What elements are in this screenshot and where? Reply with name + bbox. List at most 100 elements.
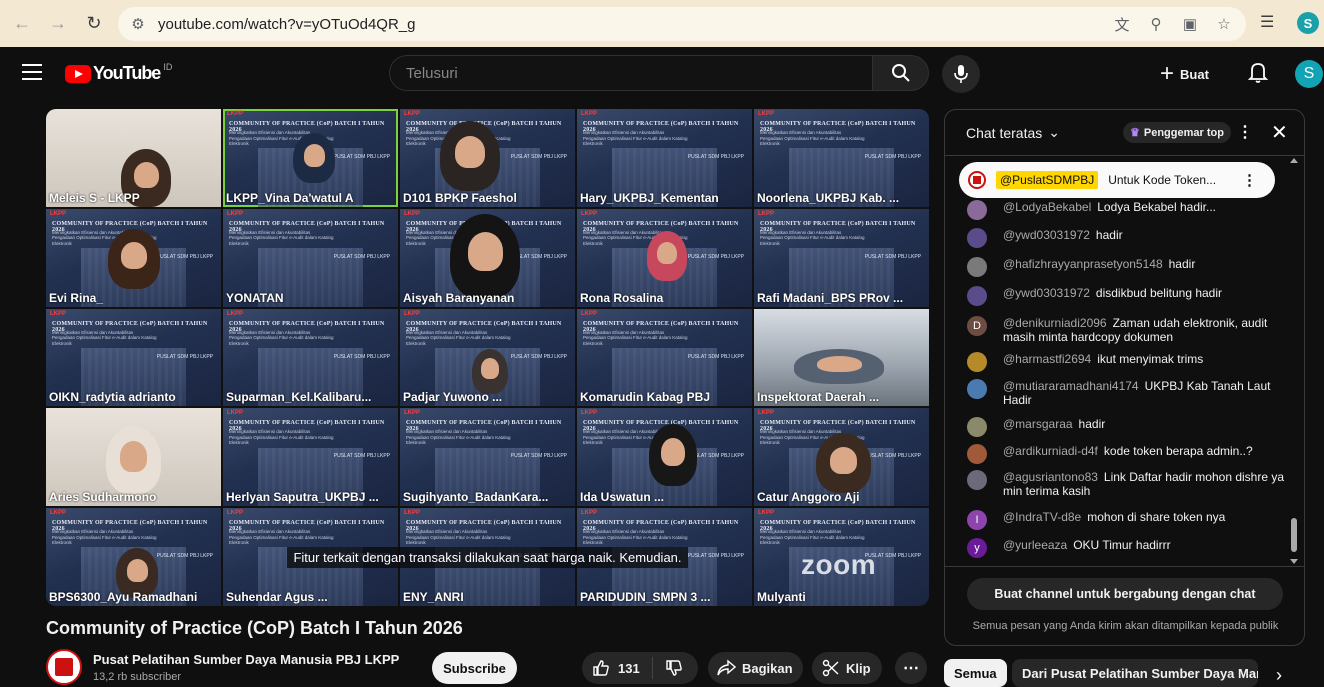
chip-all[interactable]: Semua	[944, 659, 1007, 687]
zoom-icon[interactable]: ⚲	[1146, 14, 1166, 34]
chat-author-avatar[interactable]	[967, 379, 987, 399]
slide-header: LKPP	[404, 311, 571, 317]
chat-author[interactable]: @ardikurniadi-d4f	[1003, 444, 1098, 458]
scroll-thumb[interactable]	[1291, 518, 1297, 552]
chat-author[interactable]: @mutiararamadhani4174	[1003, 379, 1139, 393]
voice-search-button[interactable]	[942, 55, 980, 93]
channel-name[interactable]: Pusat Pelatihan Sumber Daya Manusia PBJ …	[93, 652, 399, 667]
chat-author[interactable]: @harmastfi2694	[1003, 352, 1091, 366]
chat-mode-selector[interactable]: Chat teratas ⌄	[966, 124, 1060, 141]
chat-author-avatar[interactable]: y	[967, 538, 987, 558]
chat-author-avatar[interactable]: I	[967, 510, 987, 530]
chat-author-avatar[interactable]	[967, 470, 987, 490]
chat-author[interactable]: @ywd03031972	[1003, 286, 1090, 300]
chat-author-avatar[interactable]	[967, 417, 987, 437]
more-actions-icon[interactable]: ⋯	[895, 652, 927, 684]
close-chat-icon[interactable]: ✕	[1271, 120, 1288, 145]
translate-icon[interactable]: 文	[1112, 14, 1132, 34]
install-app-icon[interactable]: ▣	[1180, 14, 1200, 34]
participant-face	[816, 356, 862, 373]
chat-message[interactable]: @ywd03031972 hadir	[967, 228, 1287, 248]
chat-message[interactable]: @harmastfi2694 ikut menyimak trims	[967, 352, 1287, 372]
chat-author[interactable]: @hafizhrayyanprasetyon5148	[1003, 257, 1163, 271]
top-fans-button[interactable]: ♛ Penggemar top	[1123, 122, 1231, 143]
chat-message[interactable]: @ardikurniadi-d4f kode token berapa admin…	[967, 444, 1287, 464]
chat-scrollbar[interactable]	[1290, 158, 1298, 564]
back-icon[interactable]: ←	[8, 9, 36, 37]
chat-author[interactable]: @IndraTV-d8e	[1003, 510, 1081, 524]
address-url[interactable]: youtube.com/watch?v=yOTuOd4QR_g	[158, 16, 416, 33]
participant-face	[657, 241, 677, 265]
youtube-logo[interactable]: YouTube ID	[65, 62, 172, 84]
address-bar[interactable]: ⚙ youtube.com/watch?v=yOTuOd4QR_g 文 ⚲ ▣ …	[118, 7, 1246, 41]
create-channel-button[interactable]: Buat channel untuk bergabung dengan chat	[967, 578, 1283, 610]
participant-tile: LKPPCOMMUNITY OF PRACTICE (CoP) BATCH I …	[223, 408, 398, 507]
chat-author[interactable]: @agusriantono83	[1003, 470, 1098, 484]
slide-org: LKPP	[758, 410, 775, 417]
subscribe-button[interactable]: Subscribe	[432, 652, 517, 684]
chat-author-avatar[interactable]	[967, 200, 987, 220]
search-input[interactable]	[406, 64, 873, 82]
scroll-up-icon[interactable]	[1290, 158, 1298, 163]
pinned-message[interactable]: @PuslatSDMPBJ Untuk Kode Token... ⋮	[959, 162, 1275, 198]
video-player[interactable]: Meleis S - LKPP LKPP COMMUNITY OF PRACTICE…	[46, 109, 929, 606]
participant-face	[303, 144, 325, 167]
chat-author-avatar[interactable]: D	[967, 316, 987, 336]
chat-message[interactable]: @hafizhrayyanprasetyon5148 hadir	[967, 257, 1287, 277]
chat-text: hadir	[1078, 417, 1106, 431]
participant-tile: Meleis S - LKPP	[46, 109, 221, 207]
search-box[interactable]	[389, 55, 873, 91]
clip-button[interactable]: Klip	[812, 652, 882, 684]
chat-author-avatar[interactable]	[967, 352, 987, 372]
participant-tile: LKPPCOMMUNITY OF PRACTICE (CoP) BATCH I …	[577, 208, 752, 307]
create-button[interactable]: + Buat	[1160, 57, 1209, 91]
chat-text: hadir	[1168, 257, 1196, 271]
chat-menu-icon[interactable]: ⋮	[1237, 122, 1253, 142]
chat-message[interactable]: D @denikurniadi2096 Zaman udah elektronik,…	[967, 316, 1287, 344]
chat-author[interactable]: @ywd03031972	[1003, 228, 1090, 242]
participant-name: ENY_ANRI	[403, 590, 464, 604]
forward-icon[interactable]: →	[44, 9, 72, 37]
menu-icon[interactable]	[22, 64, 42, 80]
chat-message[interactable]: @mutiararamadhani4174 UKPBJ Kab Tanah Lau…	[967, 379, 1287, 407]
bookmark-star-icon[interactable]: ☆	[1214, 14, 1234, 34]
like-button[interactable]: 131	[582, 657, 653, 679]
chat-message[interactable]: @agusriantono83 Link Daftar hadir mohon d…	[967, 470, 1287, 498]
chat-message[interactable]: I @IndraTV-d8e mohon di share token nya	[967, 510, 1287, 530]
scissors-icon	[822, 659, 839, 677]
browser-profile-avatar[interactable]: S	[1297, 12, 1319, 34]
chat-author[interactable]: @LodyaBekabel	[1003, 200, 1091, 214]
chat-author-avatar[interactable]	[967, 257, 987, 277]
chat-message[interactable]: @LodyaBekabel Lodya Bekabel hadir...	[967, 200, 1287, 220]
account-avatar[interactable]: S	[1295, 60, 1323, 88]
reload-icon[interactable]: ↻	[80, 9, 108, 37]
chat-author-avatar[interactable]	[967, 228, 987, 248]
chat-author[interactable]: @yurleeaza	[1003, 538, 1067, 552]
chat-author[interactable]: @marsgaraa	[1003, 417, 1073, 431]
site-settings-icon[interactable]: ⚙	[128, 14, 148, 34]
chat-author-avatar[interactable]	[967, 286, 987, 306]
slide-org: LKPP	[50, 210, 67, 217]
pinned-menu-icon[interactable]: ⋮	[1242, 171, 1257, 189]
chat-message[interactable]: @ywd03031972 disdikbud belitung hadir	[967, 286, 1287, 306]
chat-text: mohon di share token nya	[1087, 510, 1226, 524]
participant-face	[121, 241, 147, 269]
search-button[interactable]	[872, 55, 929, 91]
notifications-bell-icon[interactable]	[1246, 60, 1270, 84]
slide-org: LKPP	[404, 410, 421, 417]
chat-message[interactable]: y @yurleeaza OKU Timur hadirrr	[967, 538, 1287, 558]
chat-message[interactable]: @marsgaraa hadir	[967, 417, 1287, 437]
slide-org: LKPP	[581, 210, 598, 217]
chip-from-channel[interactable]: Dari Pusat Pelatihan Sumber Daya Manusia…	[1012, 659, 1258, 687]
chat-author-avatar[interactable]	[967, 444, 987, 464]
dislike-button[interactable]	[653, 659, 683, 677]
share-icon	[717, 659, 736, 676]
scroll-down-icon[interactable]	[1290, 559, 1298, 564]
chat-author[interactable]: @denikurniadi2096	[1003, 316, 1107, 330]
slide-org: LKPP	[227, 410, 244, 417]
share-button[interactable]: Bagikan	[708, 652, 803, 684]
channel-avatar[interactable]	[46, 649, 82, 685]
slide-subtitle: Meningkatkan Efisiensi dan Akuntabilitas…	[583, 529, 688, 546]
chevron-right-icon[interactable]: ›	[1276, 665, 1282, 686]
media-controls-icon[interactable]: ☰	[1260, 12, 1274, 32]
